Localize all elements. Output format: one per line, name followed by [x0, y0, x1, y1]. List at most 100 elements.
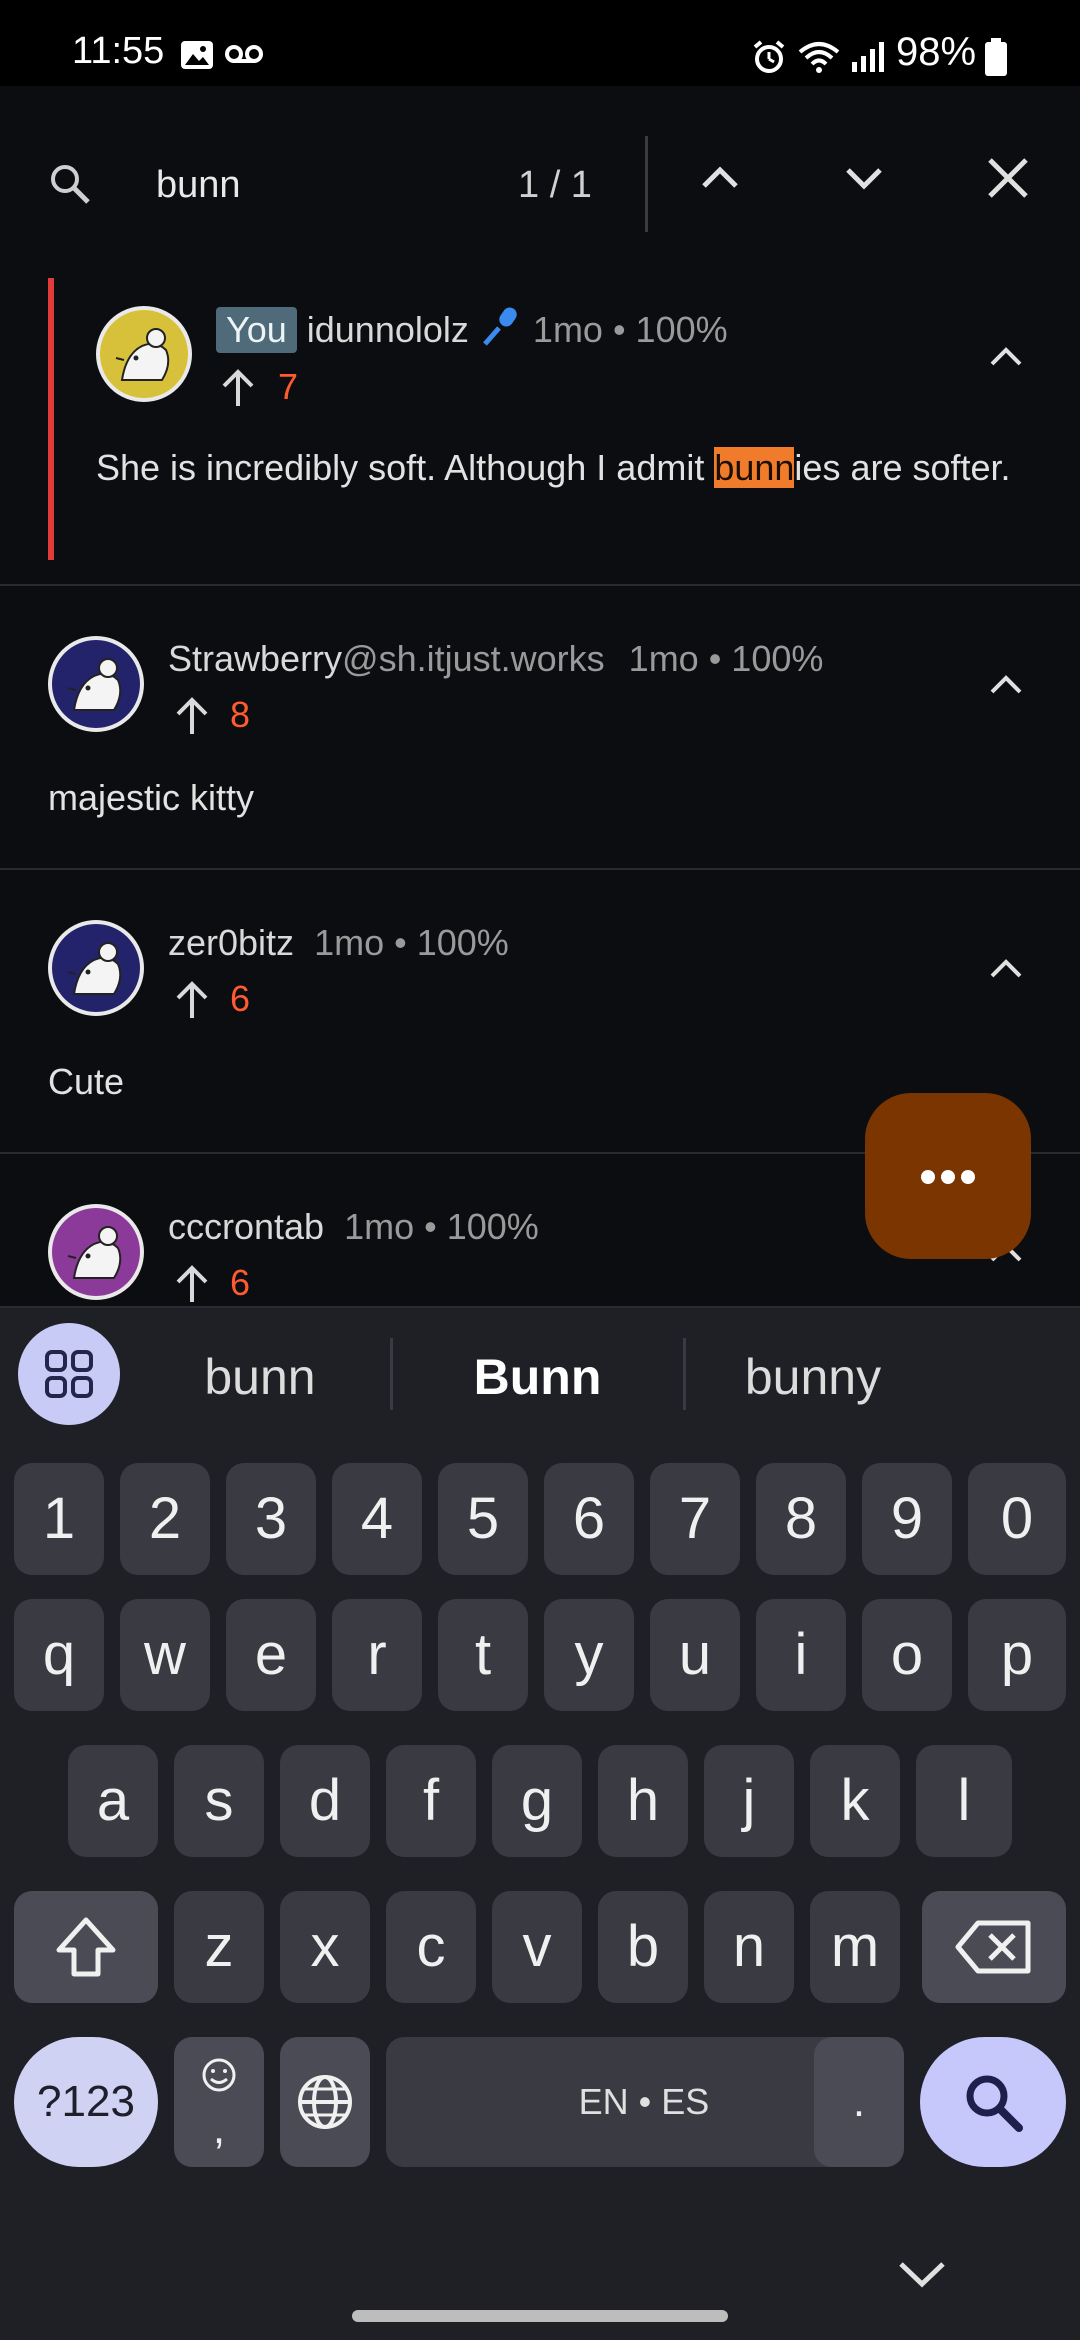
mouse-mascot-icon — [67, 658, 122, 711]
key-v[interactable]: v — [492, 1891, 582, 2003]
key-j[interactable]: j — [704, 1745, 794, 1857]
chevron-down-icon[interactable] — [840, 154, 888, 202]
comment-header: zer0bitz 1mo • 100% — [168, 922, 509, 964]
wifi-icon — [798, 42, 840, 73]
chevron-up-icon[interactable] — [984, 336, 1028, 380]
instance: @sh.itjust.works — [342, 638, 605, 679]
image-icon — [181, 41, 213, 69]
key-7[interactable]: 7 — [650, 1463, 740, 1575]
username[interactable]: Strawberry — [168, 638, 342, 679]
chevron-up-icon[interactable] — [696, 154, 744, 202]
arrow-up-icon[interactable] — [220, 368, 256, 408]
avatar[interactable] — [48, 1204, 144, 1300]
chevron-up-icon[interactable] — [984, 948, 1028, 992]
chevron-up-icon[interactable] — [984, 664, 1028, 708]
microphone-icon — [483, 307, 517, 346]
username[interactable]: zer0bitz — [168, 922, 294, 963]
more-actions-fab[interactable] — [865, 1093, 1031, 1259]
key-h[interactable]: h — [598, 1745, 688, 1857]
comment-item[interactable]: Strawberry@sh.itjust.works 1mo • 100% 8 … — [0, 586, 1080, 870]
avatar[interactable] — [96, 306, 192, 402]
username[interactable]: idunnololz — [307, 309, 469, 350]
key-m[interactable]: m — [810, 1891, 900, 2003]
key-5[interactable]: 5 — [438, 1463, 528, 1575]
key-k[interactable]: k — [810, 1745, 900, 1857]
close-icon[interactable] — [984, 154, 1032, 202]
comment-item[interactable]: You idunnololz 1mo • 100% 7 She is incre… — [0, 278, 1080, 586]
battery-icon — [985, 38, 1007, 76]
key-o[interactable]: o — [862, 1599, 952, 1711]
key-8[interactable]: 8 — [756, 1463, 846, 1575]
key-x[interactable]: x — [280, 1891, 370, 2003]
voicemail-icon — [225, 45, 263, 63]
symbols-key[interactable]: ?123 — [14, 2037, 158, 2167]
search-icon — [51, 165, 90, 204]
home-indicator[interactable] — [352, 2310, 728, 2322]
key-s[interactable]: s — [174, 1745, 264, 1857]
key-r[interactable]: r — [332, 1599, 422, 1711]
key-f[interactable]: f — [386, 1745, 476, 1857]
language-key[interactable] — [280, 2037, 370, 2167]
comment-body: Cute — [48, 1061, 125, 1102]
username[interactable]: cccrontab — [168, 1206, 324, 1247]
search-submit-key[interactable] — [920, 2037, 1066, 2167]
mouse-mascot-icon — [115, 328, 170, 381]
key-6[interactable]: 6 — [544, 1463, 634, 1575]
key-1[interactable]: 1 — [14, 1463, 104, 1575]
key-l[interactable]: l — [916, 1745, 1012, 1857]
key-9[interactable]: 9 — [862, 1463, 952, 1575]
comma-label: , — [212, 2104, 226, 2153]
key-y[interactable]: y — [544, 1599, 634, 1711]
emoji-icon — [202, 2058, 236, 2092]
key-p[interactable]: p — [968, 1599, 1066, 1711]
search-match-highlight: bunn — [714, 447, 795, 488]
suggestion-divider — [390, 1338, 393, 1410]
key-z[interactable]: z — [174, 1891, 264, 2003]
selected-comment-bar — [48, 278, 54, 560]
key-c[interactable]: c — [386, 1891, 476, 2003]
backspace-key[interactable] — [922, 1891, 1066, 2003]
key-q[interactable]: q — [14, 1599, 104, 1711]
period-key[interactable]: . — [814, 2037, 904, 2167]
key-a[interactable]: a — [68, 1745, 158, 1857]
key-t[interactable]: t — [438, 1599, 528, 1711]
score: 6 — [230, 1262, 251, 1303]
key-b[interactable]: b — [598, 1891, 688, 2003]
alarm-icon — [753, 40, 785, 73]
score: 6 — [230, 978, 251, 1019]
suggestion-2[interactable]: Bunn — [400, 1348, 675, 1406]
key-n[interactable]: n — [704, 1891, 794, 2003]
avatar[interactable] — [48, 920, 144, 1016]
suggestion-1[interactable]: bunn — [140, 1348, 380, 1406]
mouse-mascot-icon — [67, 1226, 122, 1279]
emoji-comma-key[interactable]: , — [174, 2037, 264, 2167]
suggestion-3[interactable]: bunny — [693, 1348, 933, 1406]
arrow-up-icon[interactable] — [174, 1264, 210, 1304]
key-u[interactable]: u — [650, 1599, 740, 1711]
key-d[interactable]: d — [280, 1745, 370, 1857]
key-i[interactable]: i — [756, 1599, 846, 1711]
shift-key[interactable] — [14, 1891, 158, 2003]
key-2[interactable]: 2 — [120, 1463, 210, 1575]
on-screen-keyboard: bunn Bunn bunny 1 2 3 4 5 6 7 8 9 0 q w … — [0, 1308, 1080, 2340]
comment-meta: 1mo • 100% — [344, 1206, 539, 1247]
key-3[interactable]: 3 — [226, 1463, 316, 1575]
search-input[interactable]: bunn — [156, 164, 241, 207]
battery-percent: 98% — [896, 30, 977, 74]
you-badge: You — [216, 307, 297, 353]
key-g[interactable]: g — [492, 1745, 582, 1857]
key-4[interactable]: 4 — [332, 1463, 422, 1575]
search-icon — [966, 2075, 1023, 2132]
key-w[interactable]: w — [120, 1599, 210, 1711]
keyboard-menu-button[interactable] — [18, 1323, 120, 1425]
key-e[interactable]: e — [226, 1599, 316, 1711]
grid-icon — [45, 1350, 93, 1398]
shift-icon — [56, 1917, 116, 1977]
key-0[interactable]: 0 — [968, 1463, 1066, 1575]
hide-keyboard-icon[interactable] — [895, 2254, 949, 2294]
arrow-up-icon[interactable] — [174, 696, 210, 736]
mouse-mascot-icon — [67, 942, 122, 995]
signal-icon — [852, 42, 884, 72]
avatar[interactable] — [48, 636, 144, 732]
arrow-up-icon[interactable] — [174, 980, 210, 1020]
